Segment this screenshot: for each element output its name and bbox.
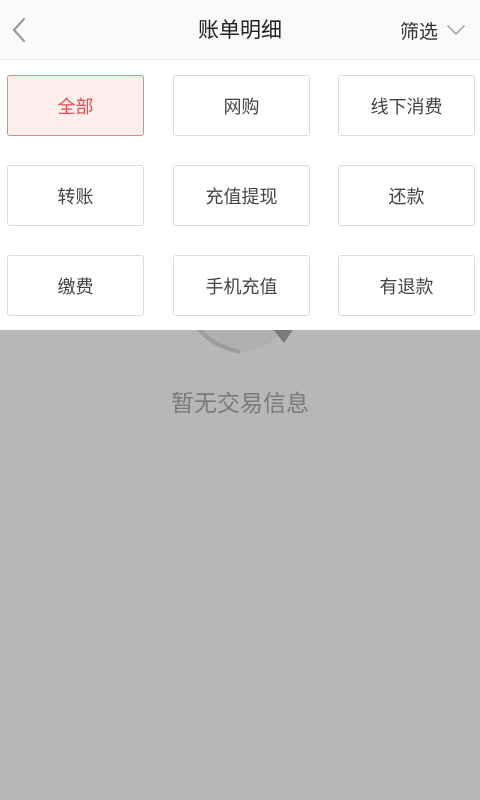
filter-option-mobile-topup[interactable]: 手机充值 bbox=[173, 255, 310, 316]
filter-button[interactable]: 筛选 bbox=[400, 0, 466, 60]
filter-option-topup-withdraw[interactable]: 充值提现 bbox=[173, 165, 310, 226]
filter-option-transfer[interactable]: 转账 bbox=[7, 165, 144, 226]
filter-label: 筛选 bbox=[399, 20, 438, 43]
filter-option-online-shopping[interactable]: 网购 bbox=[173, 75, 310, 136]
filter-option-all[interactable]: 全部 bbox=[7, 75, 144, 136]
filter-panel: 全部 网购 线下消费 转账 充值提现 还款 缴费 手机充值 有退款 bbox=[0, 60, 480, 330]
empty-state-message: 暂无交易信息 bbox=[171, 391, 309, 417]
filter-option-offline-spending[interactable]: 线下消费 bbox=[338, 75, 475, 136]
chevron-down-icon bbox=[447, 25, 465, 35]
filter-option-repayment[interactable]: 还款 bbox=[338, 165, 475, 226]
filter-option-bill-payment[interactable]: 缴费 bbox=[7, 255, 144, 316]
filter-option-refunded[interactable]: 有退款 bbox=[338, 255, 475, 316]
header-bar: 账单明细 筛选 bbox=[0, 0, 480, 60]
